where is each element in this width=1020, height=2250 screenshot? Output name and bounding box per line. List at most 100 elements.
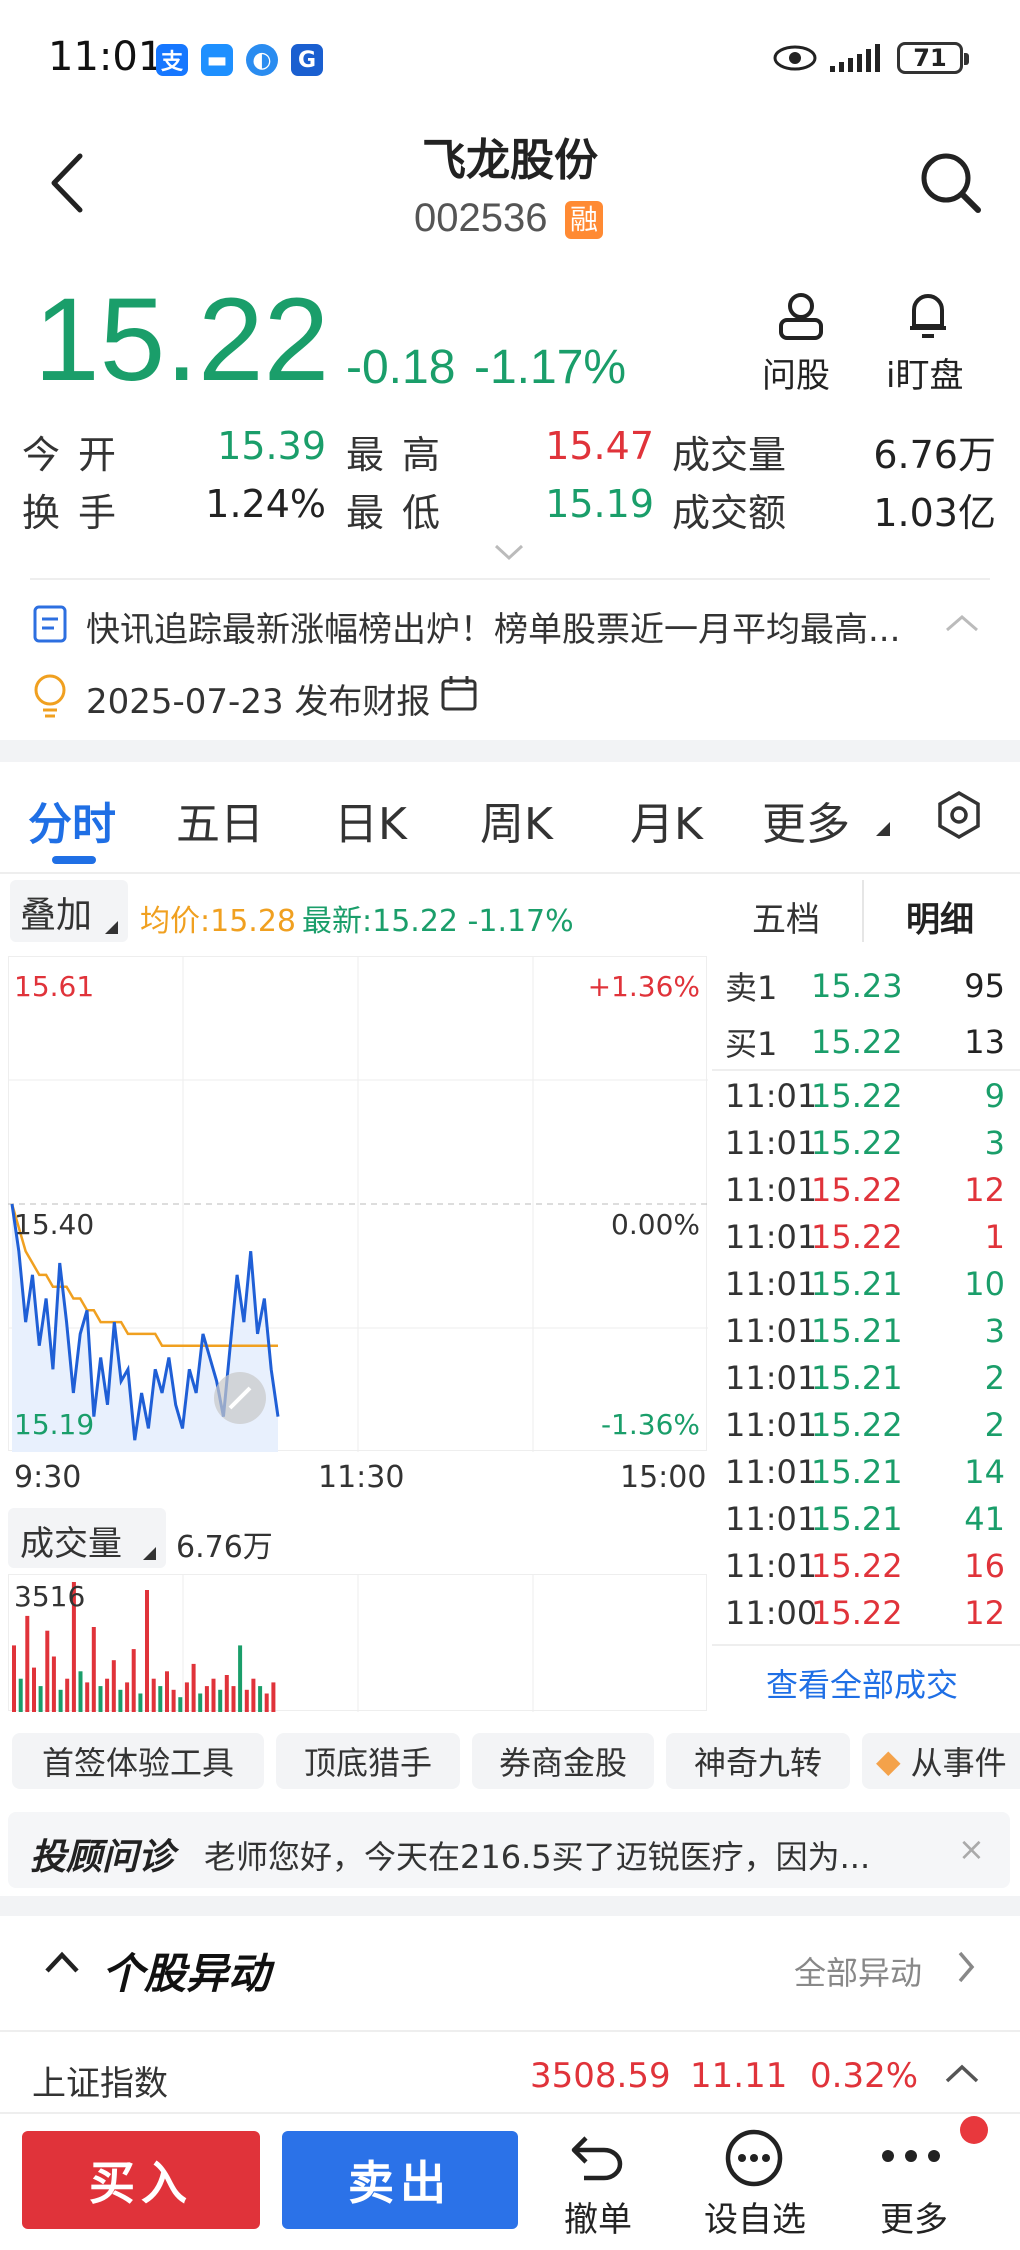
- y-max-label: 15.61: [14, 970, 94, 1003]
- y-mid-label: 15.40: [14, 1208, 94, 1241]
- open-value: 15.39: [217, 424, 326, 468]
- trade-row: 11:01 15.21 41: [725, 1499, 1005, 1538]
- settings-icon[interactable]: [934, 790, 984, 840]
- chevron-right-icon[interactable]: [956, 1950, 976, 1984]
- chip-event[interactable]: ◆ 从事件: [862, 1733, 1020, 1789]
- x-label-close: 15:00: [620, 1460, 707, 1495]
- five-level-tab[interactable]: 五档: [752, 892, 820, 941]
- bid-1-row: 买1 15.22 13: [725, 1022, 1005, 1063]
- volume-bar: [91, 1627, 96, 1712]
- divider: [712, 1644, 1020, 1646]
- volume-bar: [85, 1682, 90, 1712]
- volume-bar: [238, 1645, 243, 1712]
- add-watchlist-icon[interactable]: [724, 2128, 784, 2188]
- tab-five-day[interactable]: 五日: [176, 788, 264, 852]
- trade-row: 11:01 15.22 12: [725, 1170, 1005, 1209]
- chart-watermark-icon: [214, 1372, 266, 1424]
- volume-bar: [145, 1590, 149, 1712]
- volume-bar: [45, 1630, 50, 1712]
- more-button[interactable]: 更多: [876, 2192, 952, 2241]
- expand-chevron-icon[interactable]: [492, 542, 526, 562]
- latest-price: 最新:15.22 -1.17%: [302, 904, 574, 939]
- volume-bar: [25, 1615, 30, 1712]
- collapse-chevron-icon[interactable]: [44, 1950, 80, 1974]
- divider: [30, 578, 990, 580]
- volume-bar: [191, 1663, 196, 1712]
- turnover-label: 换手: [22, 491, 135, 535]
- trade-row: 11:01 15.21 10: [725, 1264, 1005, 1303]
- trade-row: 11:01 15.21 3: [725, 1311, 1005, 1350]
- all-anomalies-link[interactable]: 全部异动: [794, 1948, 922, 1994]
- volume-bar: [12, 1645, 16, 1712]
- close-icon[interactable]: ×: [958, 1830, 985, 1868]
- tab-intraday[interactable]: 分时: [28, 788, 116, 852]
- volume-bar: [231, 1686, 236, 1712]
- volume-label: 成交量: [672, 433, 787, 477]
- ask-1-row: 卖1 15.23 95: [725, 966, 1005, 1007]
- dropdown-triangle-icon: [143, 1547, 156, 1560]
- calendar-add-icon[interactable]: [440, 674, 480, 714]
- more-icon[interactable]: [880, 2144, 942, 2168]
- divider: [0, 872, 1020, 874]
- pct-top-label: +1.36%: [588, 970, 700, 1003]
- volume-bar: [65, 1678, 70, 1712]
- chip-nine-turns[interactable]: 神奇九转: [666, 1733, 850, 1789]
- volume-bar: [111, 1660, 116, 1712]
- ask-stock-icon[interactable]: [775, 290, 827, 342]
- collapse-chevron-icon[interactable]: [944, 612, 980, 634]
- volume-bar: [32, 1667, 36, 1712]
- tab-monthly-k[interactable]: 月K: [630, 788, 703, 852]
- volume-bar: [204, 1686, 209, 1712]
- battery-icon: 71: [897, 42, 969, 74]
- news-headline[interactable]: 快讯追踪最新涨幅榜出炉！榜单股票近一月平均最高...: [86, 602, 926, 651]
- diamond-icon: ◆: [876, 1742, 901, 1780]
- notification-dot: [960, 2116, 988, 2144]
- trade-row: 11:01 15.22 1: [725, 1217, 1005, 1256]
- volume-bar: [105, 1678, 110, 1712]
- low-label: 最低: [346, 491, 459, 535]
- volume-bar: [258, 1686, 263, 1712]
- view-all-trades-link[interactable]: 查看全部成交: [766, 1660, 958, 1706]
- cancel-order-button[interactable]: 撤单: [556, 2192, 640, 2241]
- report-notice[interactable]: 2025-07-23 发布财报: [86, 674, 430, 723]
- index-value: 3508.59: [530, 2056, 671, 2096]
- chip-bottom-hunter[interactable]: 顶底猎手: [276, 1733, 460, 1789]
- search-icon[interactable]: [918, 150, 984, 216]
- ask-stock-button[interactable]: 问股: [762, 348, 830, 397]
- chip-broker-stocks[interactable]: 券商金股: [472, 1733, 654, 1789]
- sell-button[interactable]: 卖出: [282, 2131, 518, 2229]
- volume-bar: [98, 1686, 103, 1712]
- tab-daily-k[interactable]: 日K: [334, 788, 407, 852]
- price-change-pct: -1.17%: [474, 341, 627, 394]
- divider: [0, 2112, 1020, 2114]
- index-change: 11.11: [690, 2056, 788, 2096]
- intraday-chart[interactable]: 15.61 15.40 15.19 +1.36% 0.00% -1.36%: [8, 956, 708, 1452]
- watch-button[interactable]: i盯盘: [886, 348, 963, 397]
- avg-price: 均价:15.28: [140, 904, 296, 939]
- tab-weekly-k[interactable]: 周K: [480, 788, 553, 852]
- chip-tool[interactable]: 首签体验工具: [12, 1733, 264, 1789]
- tab-more[interactable]: 更多: [762, 788, 850, 852]
- trade-row: 11:01 15.21 2: [725, 1358, 1005, 1397]
- x-label-open: 9:30: [14, 1460, 82, 1495]
- alipay-icon: 支: [156, 44, 188, 76]
- margin-badge: 融: [565, 201, 603, 239]
- add-watchlist-button[interactable]: 设自选: [698, 2192, 812, 2241]
- index-name[interactable]: 上证指数: [32, 2056, 168, 2105]
- volume-bar: [165, 1671, 169, 1712]
- price-change: -0.18: [346, 341, 456, 394]
- undo-icon[interactable]: [570, 2130, 626, 2182]
- trade-row: 11:01 15.22 3: [725, 1123, 1005, 1162]
- divider: [712, 1069, 1020, 1071]
- news-icon: [33, 605, 67, 643]
- trade-row: 11:01 15.22 9: [725, 1076, 1005, 1115]
- buy-button[interactable]: 买入: [22, 2131, 260, 2229]
- volume-bar: [125, 1682, 130, 1712]
- finance-app-icon: G: [291, 44, 323, 76]
- expand-chevron-icon[interactable]: [944, 2062, 980, 2084]
- index-change-pct: 0.32%: [810, 2056, 919, 2096]
- detail-tab[interactable]: 明细: [906, 892, 974, 941]
- bell-icon[interactable]: [904, 288, 952, 344]
- volume-bar: [58, 1689, 63, 1712]
- divider: [862, 880, 864, 942]
